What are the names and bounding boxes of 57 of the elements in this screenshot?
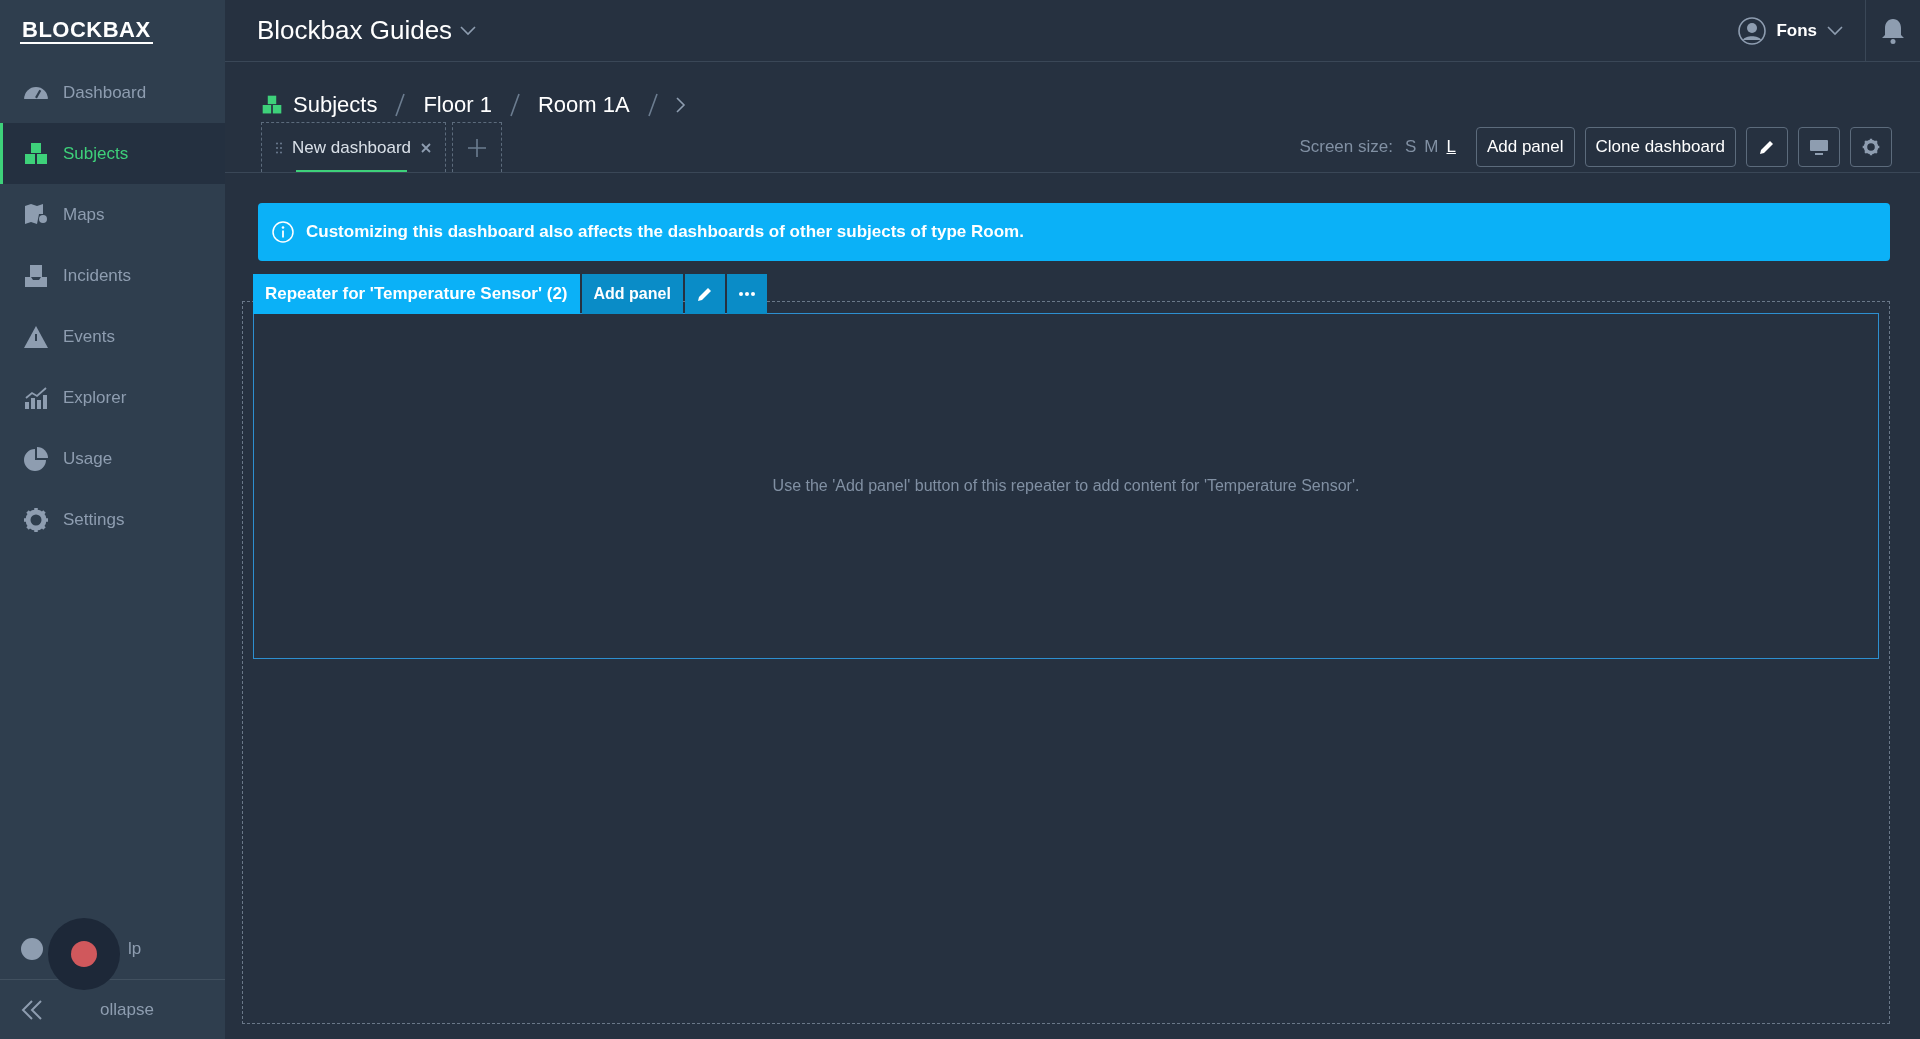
screen-size-option[interactable]: M [1422, 133, 1441, 160]
pie-chart-icon [23, 445, 49, 472]
slash-separator-icon [647, 92, 658, 117]
breadcrumb-link[interactable]: Subjects [293, 88, 378, 121]
sidebar-item[interactable]: Events [0, 306, 225, 367]
ellipsis-icon [738, 292, 755, 296]
bar-chart-icon [23, 384, 49, 411]
chevron-down-icon[interactable] [1827, 25, 1843, 36]
sidebar-item[interactable]: Subjects [0, 123, 225, 184]
cubes-icon [261, 93, 283, 116]
plus-icon [467, 137, 488, 158]
drag-handle-icon[interactable] [276, 141, 282, 154]
slash-separator-icon [395, 92, 406, 117]
pencil-icon [695, 285, 714, 303]
display-button[interactable] [1798, 126, 1840, 167]
help-icon[interactable] [20, 937, 44, 961]
screen-size-option[interactable]: S [1402, 133, 1419, 160]
slash-separator-icon [509, 92, 520, 117]
settings-icon [1862, 137, 1880, 156]
close-icon[interactable] [421, 142, 432, 153]
dashboard-tab[interactable]: New dashboard [261, 122, 447, 172]
sidebar-item[interactable]: Explorer [0, 367, 225, 428]
add-panel-button[interactable]: Add panel [581, 274, 683, 314]
settings-icon [23, 506, 49, 533]
sidebar-item[interactable]: Dashboard [0, 62, 225, 123]
clone-dashboard-button[interactable]: Clone dashboard [1584, 126, 1736, 167]
screen-size-option[interactable]: L [1444, 133, 1458, 160]
info-icon [272, 221, 294, 243]
monitor-icon [1809, 138, 1829, 155]
alert-text: Customizing this dashboard also affects the dashboards of other subjects of type Room. [306, 221, 1024, 244]
sidebar-item[interactable]: Usage [0, 428, 225, 489]
breadcrumb-link[interactable]: Room 1A [537, 88, 630, 121]
logo[interactable]: BLOCKBAX [20, 17, 153, 45]
repeater-title: Repeater for 'Temperature Sensor' (2) [253, 274, 580, 314]
more-button[interactable] [726, 274, 767, 314]
add-panel-button[interactable]: Add panel [1475, 126, 1575, 167]
settings-button[interactable] [1850, 126, 1892, 167]
cubes-icon [23, 140, 49, 167]
gauge-icon [23, 85, 49, 100]
sidebar-item[interactable]: Settings [0, 489, 225, 550]
workspace-title[interactable]: Blockbax Guides [257, 11, 453, 50]
help-link[interactable]: lp [128, 936, 142, 962]
edit-button[interactable] [684, 274, 725, 314]
chevron-right-icon[interactable] [675, 96, 686, 113]
collapse-link[interactable]: ollapse [100, 996, 154, 1023]
collapse-icon[interactable] [20, 998, 44, 1021]
user-avatar-icon[interactable] [1738, 16, 1767, 45]
sidebar-item[interactable]: Incidents [0, 245, 225, 306]
breadcrumb-link[interactable]: Floor 1 [423, 88, 492, 121]
chevron-down-icon[interactable] [460, 25, 477, 36]
user-name[interactable]: Fons [1776, 17, 1817, 44]
add-tab-button[interactable] [452, 122, 503, 172]
sidebar-item[interactable]: Maps [0, 184, 225, 245]
inbox-icon [23, 262, 49, 289]
edit-button[interactable] [1746, 126, 1788, 167]
empty-message: Use the 'Add panel' button of this repeater to add content for 'Temperature Sensor'. [772, 476, 1360, 496]
screen-size-label: Screen size: [1299, 135, 1393, 158]
